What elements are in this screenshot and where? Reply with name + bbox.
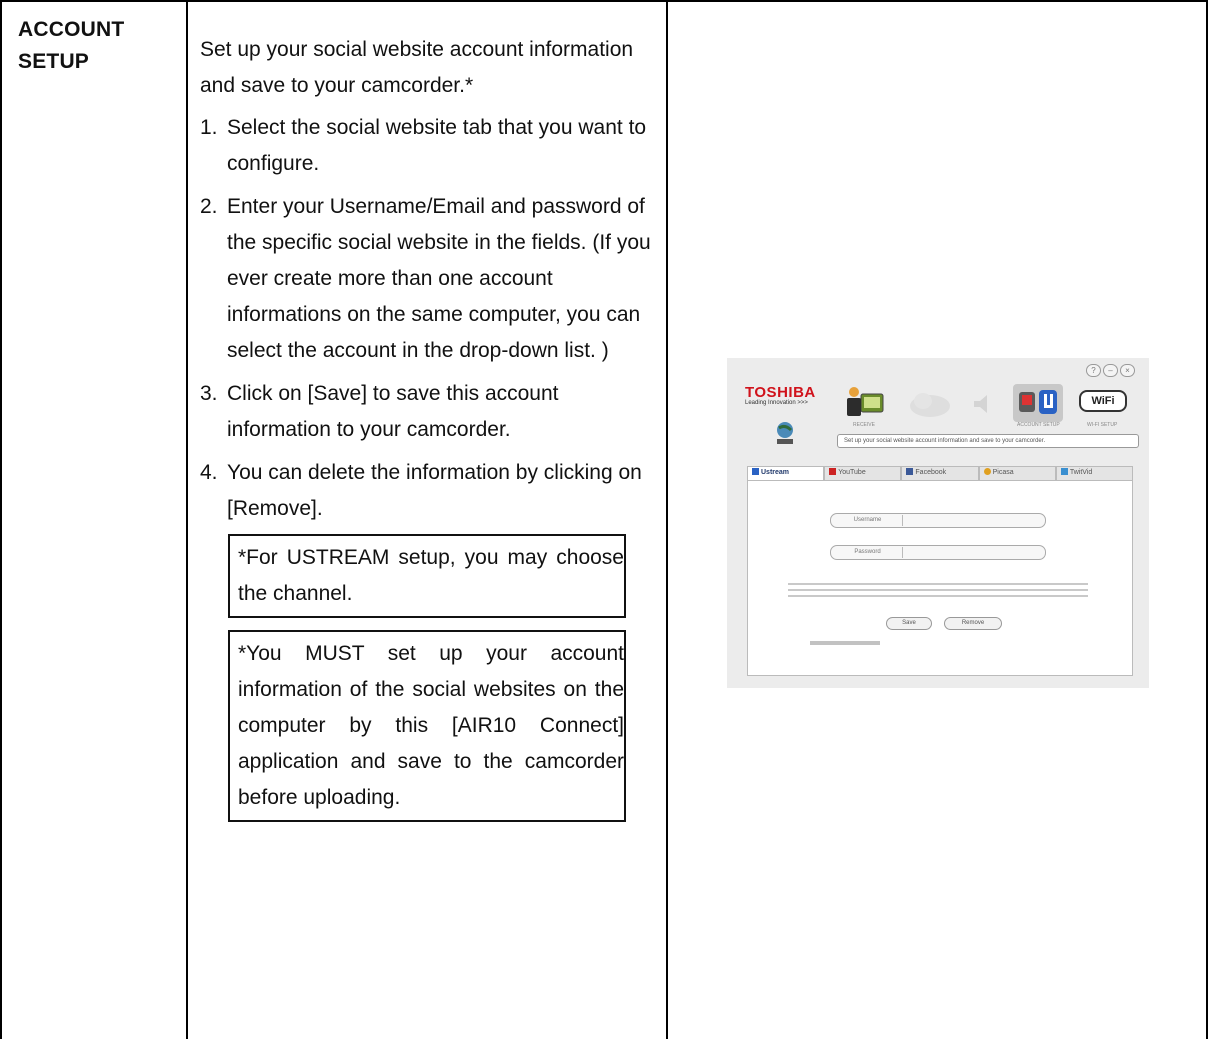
section-heading: ACCOUNT SETUP [18,14,124,78]
step-text: Select the social website tab that you w… [227,116,647,175]
table-left-border [0,0,2,1039]
receive-icon[interactable] [845,384,887,420]
step-number: 3. [200,382,218,405]
picasa-icon [983,468,991,475]
steps-list: 1. Select the social website tab that yo… [200,110,660,527]
tab-label: Facebook [915,469,947,476]
step-text: Click on [Save] to save this account inf… [227,382,559,441]
account-setup-label: ACCOUNT SETUP [1017,422,1060,428]
account-setup-button[interactable] [1013,384,1063,422]
tab-label: TwitVid [1069,469,1093,476]
column-divider-1 [186,0,188,1039]
wifi-icon[interactable]: WiFi [1079,390,1127,412]
description-bar: Set up your social website account infor… [837,434,1139,448]
column-divider-2 [666,0,668,1039]
step-item: 1. Select the social website tab that yo… [200,110,660,182]
wifi-icon-label: WiFi [1091,395,1115,407]
logo-brand: TOSHIBA [745,384,816,401]
heading-line-1: ACCOUNT [18,18,125,41]
remove-button[interactable]: Remove [944,617,1002,630]
social-tabs: Ustream YouTube Facebook Picasa TwitVid [747,466,1134,480]
tab-ustream[interactable]: Ustream [747,466,825,480]
app-screenshot: ? – × TOSHIBA Leading Innovation >>> REC… [727,358,1149,688]
step-number: 4. [200,461,218,484]
account-panel: Username Password Save Remove [747,480,1133,676]
twitvid-icon [1060,468,1068,475]
username-field[interactable]: Username [830,513,1046,528]
tab-label: YouTube [838,469,866,476]
tab-picasa[interactable]: Picasa [978,466,1056,480]
ustream-icon [752,468,759,475]
password-label: Password [833,547,903,558]
cloud-icon[interactable] [907,388,953,420]
window-controls: ? – × [1086,364,1135,377]
minimize-icon[interactable]: – [1103,364,1118,377]
note-box-ustream: *For USTREAM setup, you may choose the c… [228,534,626,618]
toshiba-logo: TOSHIBA Leading Innovation >>> [745,384,816,407]
instructions: Set up your social website account infor… [200,32,660,822]
heading-line-2: SETUP [18,50,90,73]
globe-icon [771,418,799,446]
close-icon[interactable]: × [1120,364,1135,377]
username-label: Username [833,515,903,526]
tab-youtube[interactable]: YouTube [824,466,902,480]
youtube-icon [829,468,837,475]
tab-label: Picasa [992,469,1014,476]
intro-text: Set up your social website account infor… [200,38,634,97]
step-number: 1. [200,116,218,139]
logo-tagline: Leading Innovation >>> [745,400,808,406]
table-top-border [0,0,1208,2]
note-box-must-setup: *You MUST set up your account informatio… [228,630,626,822]
step-item: 3. Click on [Save] to save this account … [200,376,660,448]
tab-label: Ustream [761,469,790,476]
step-text: You can delete the information by clicki… [227,461,642,520]
speaker-icon[interactable] [971,392,993,416]
fine-print [788,583,1088,601]
tab-facebook[interactable]: Facebook [901,466,979,480]
save-button[interactable]: Save [886,617,932,630]
tab-twitvid[interactable]: TwitVid [1055,466,1134,480]
step-item: 2. Enter your Username/Email and passwor… [200,189,660,369]
password-field[interactable]: Password [830,545,1046,560]
facebook-icon [906,468,914,475]
terms-link[interactable] [810,641,880,645]
receive-label: RECEIVE [853,422,875,428]
help-icon[interactable]: ? [1086,364,1101,377]
step-number: 2. [200,195,218,218]
step-item: 4. You can delete the information by cli… [200,455,660,527]
wifi-setup-label: WI-FI SETUP [1087,422,1118,428]
step-text: Enter your Username/Email and password o… [227,195,651,362]
